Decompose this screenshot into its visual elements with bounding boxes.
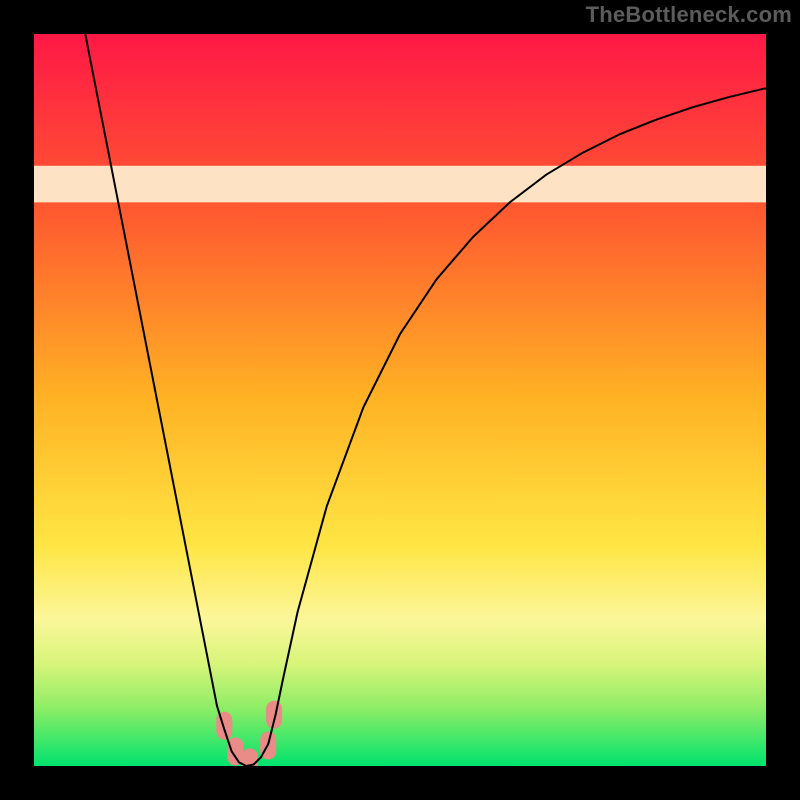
chart-frame: TheBottleneck.com [0,0,800,800]
chart-svg [34,34,766,766]
marker [216,712,232,740]
plot-area [34,34,766,766]
marker [227,737,243,765]
threshold-band [34,166,766,203]
watermark-text: TheBottleneck.com [586,2,792,28]
background-gradient [34,34,766,766]
